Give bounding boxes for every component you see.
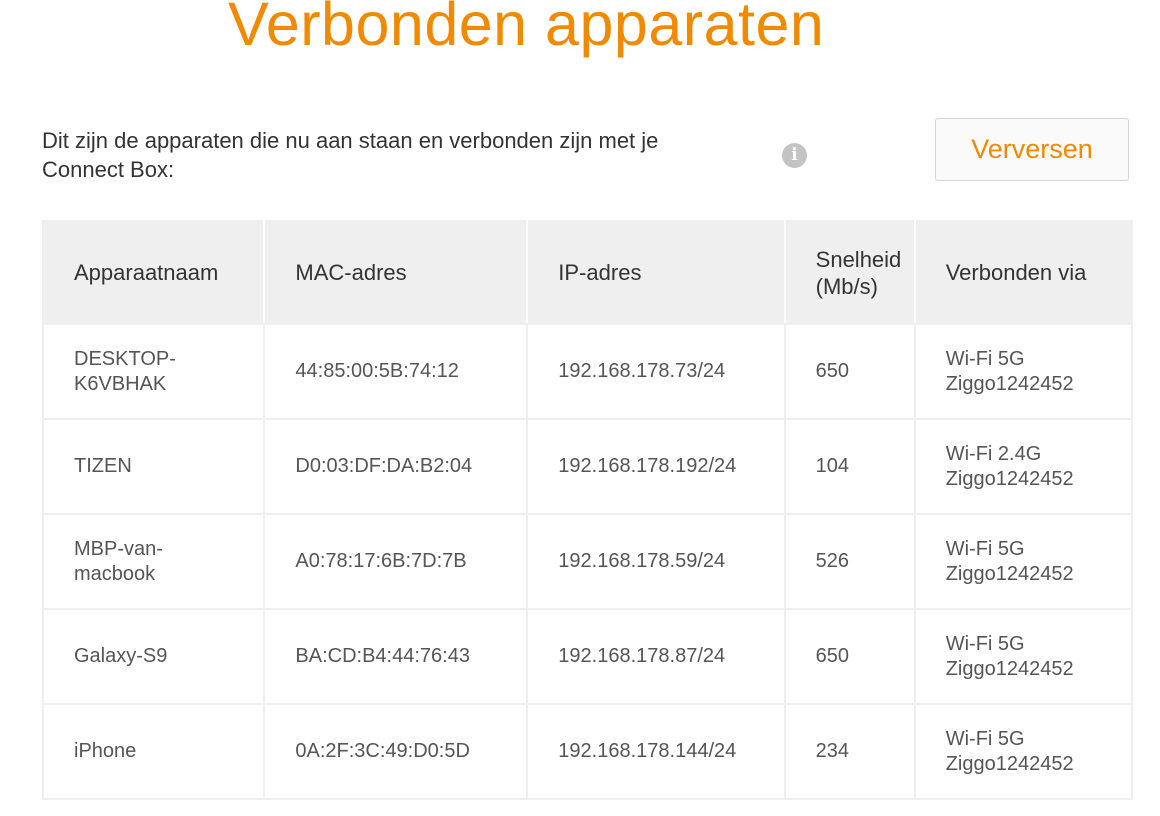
cell-ip-address: 192.168.178.59/24 — [526, 513, 786, 610]
cell-connected-via: Wi-Fi 5G Ziggo1242452 — [913, 608, 1134, 705]
via-line-1: Wi-Fi 2.4G — [945, 442, 1042, 465]
table-row: iPhone 0A:2F:3C:49:D0:5D 192.168.178.144… — [41, 703, 1134, 800]
device-name-line-1: DESKTOP- — [74, 347, 176, 370]
cell-device-name: Galaxy-S9 — [41, 608, 266, 705]
cell-mac-address: BA:CD:B4:44:76:43 — [263, 608, 529, 705]
cell-connected-via: Wi-Fi 5G Ziggo1242452 — [913, 323, 1134, 420]
table-row: Galaxy-S9 BA:CD:B4:44:76:43 192.168.178.… — [41, 608, 1134, 705]
intro-line-2: Connect Box: — [42, 157, 175, 182]
table-row: DESKTOP- K6VBHAK 44:85:00:5B:74:12 192.16… — [41, 323, 1134, 420]
cell-speed: 234 — [783, 703, 916, 800]
cell-connected-via: Wi-Fi 2.4G Ziggo1242452 — [913, 418, 1134, 515]
refresh-button[interactable]: Verversen — [935, 118, 1129, 181]
via-line-1: Wi-Fi 5G — [945, 727, 1025, 750]
cell-device-name: DESKTOP- K6VBHAK — [41, 323, 266, 420]
via-line-2: Ziggo1242452 — [945, 467, 1074, 490]
header-ip-address: IP-adres — [526, 220, 786, 325]
devices-table: Apparaatnaam MAC-adres IP-adres Snelheid… — [41, 220, 1134, 800]
header-mac-address: MAC-adres — [263, 220, 529, 325]
table-header-row: Apparaatnaam MAC-adres IP-adres Snelheid… — [41, 220, 1134, 325]
header-connected-via: Verbonden via — [913, 220, 1134, 325]
cell-device-name: iPhone — [41, 703, 266, 800]
cell-mac-address: D0:03:DF:DA:B2:04 — [263, 418, 529, 515]
cell-speed: 526 — [783, 513, 916, 610]
cell-ip-address: 192.168.178.87/24 — [526, 608, 786, 705]
intro-line-1: Dit zijn de apparaten die nu aan staan e… — [42, 128, 659, 153]
header-speed: Snelheid (Mb/s) — [783, 220, 916, 325]
via-line-1: Wi-Fi 5G — [945, 537, 1025, 560]
intro-text: Dit zijn de apparaten die nu aan staan e… — [42, 126, 762, 184]
cell-device-name: TIZEN — [41, 418, 266, 515]
header-device-name: Apparaatnaam — [41, 220, 266, 325]
header-speed-line-1: Snelheid — [815, 246, 902, 272]
cell-speed: 650 — [783, 323, 916, 420]
cell-mac-address: A0:78:17:6B:7D:7B — [263, 513, 529, 610]
via-line-2: Ziggo1242452 — [945, 372, 1074, 395]
device-name-line-2: K6VBHAK — [74, 372, 167, 395]
cell-speed: 650 — [783, 608, 916, 705]
page-title: Verbonden apparaten — [228, 0, 825, 58]
info-icon[interactable]: i — [782, 143, 807, 168]
cell-mac-address: 44:85:00:5B:74:12 — [263, 323, 529, 420]
cell-device-name: MBP-van-macbook — [41, 513, 266, 610]
via-line-2: Ziggo1242452 — [945, 752, 1074, 775]
cell-ip-address: 192.168.178.144/24 — [526, 703, 786, 800]
via-line-2: Ziggo1242452 — [945, 562, 1074, 585]
via-line-1: Wi-Fi 5G — [945, 347, 1025, 370]
device-name-line-2: macbook — [74, 562, 156, 585]
via-line-1: Wi-Fi 5G — [945, 632, 1025, 655]
cell-connected-via: Wi-Fi 5G Ziggo1242452 — [913, 513, 1134, 610]
cell-mac-address: 0A:2F:3C:49:D0:5D — [263, 703, 529, 800]
table-row: TIZEN D0:03:DF:DA:B2:04 192.168.178.192/… — [41, 418, 1134, 515]
cell-connected-via: Wi-Fi 5G Ziggo1242452 — [913, 703, 1134, 800]
cell-speed: 104 — [783, 418, 916, 515]
device-name-line-1: MBP-van- — [74, 537, 163, 560]
via-line-2: Ziggo1242452 — [945, 657, 1074, 680]
cell-ip-address: 192.168.178.73/24 — [526, 323, 786, 420]
header-speed-line-2: (Mb/s) — [815, 273, 878, 299]
cell-ip-address: 192.168.178.192/24 — [526, 418, 786, 515]
table-row: MBP-van-macbook A0:78:17:6B:7D:7B 192.16… — [41, 513, 1134, 610]
